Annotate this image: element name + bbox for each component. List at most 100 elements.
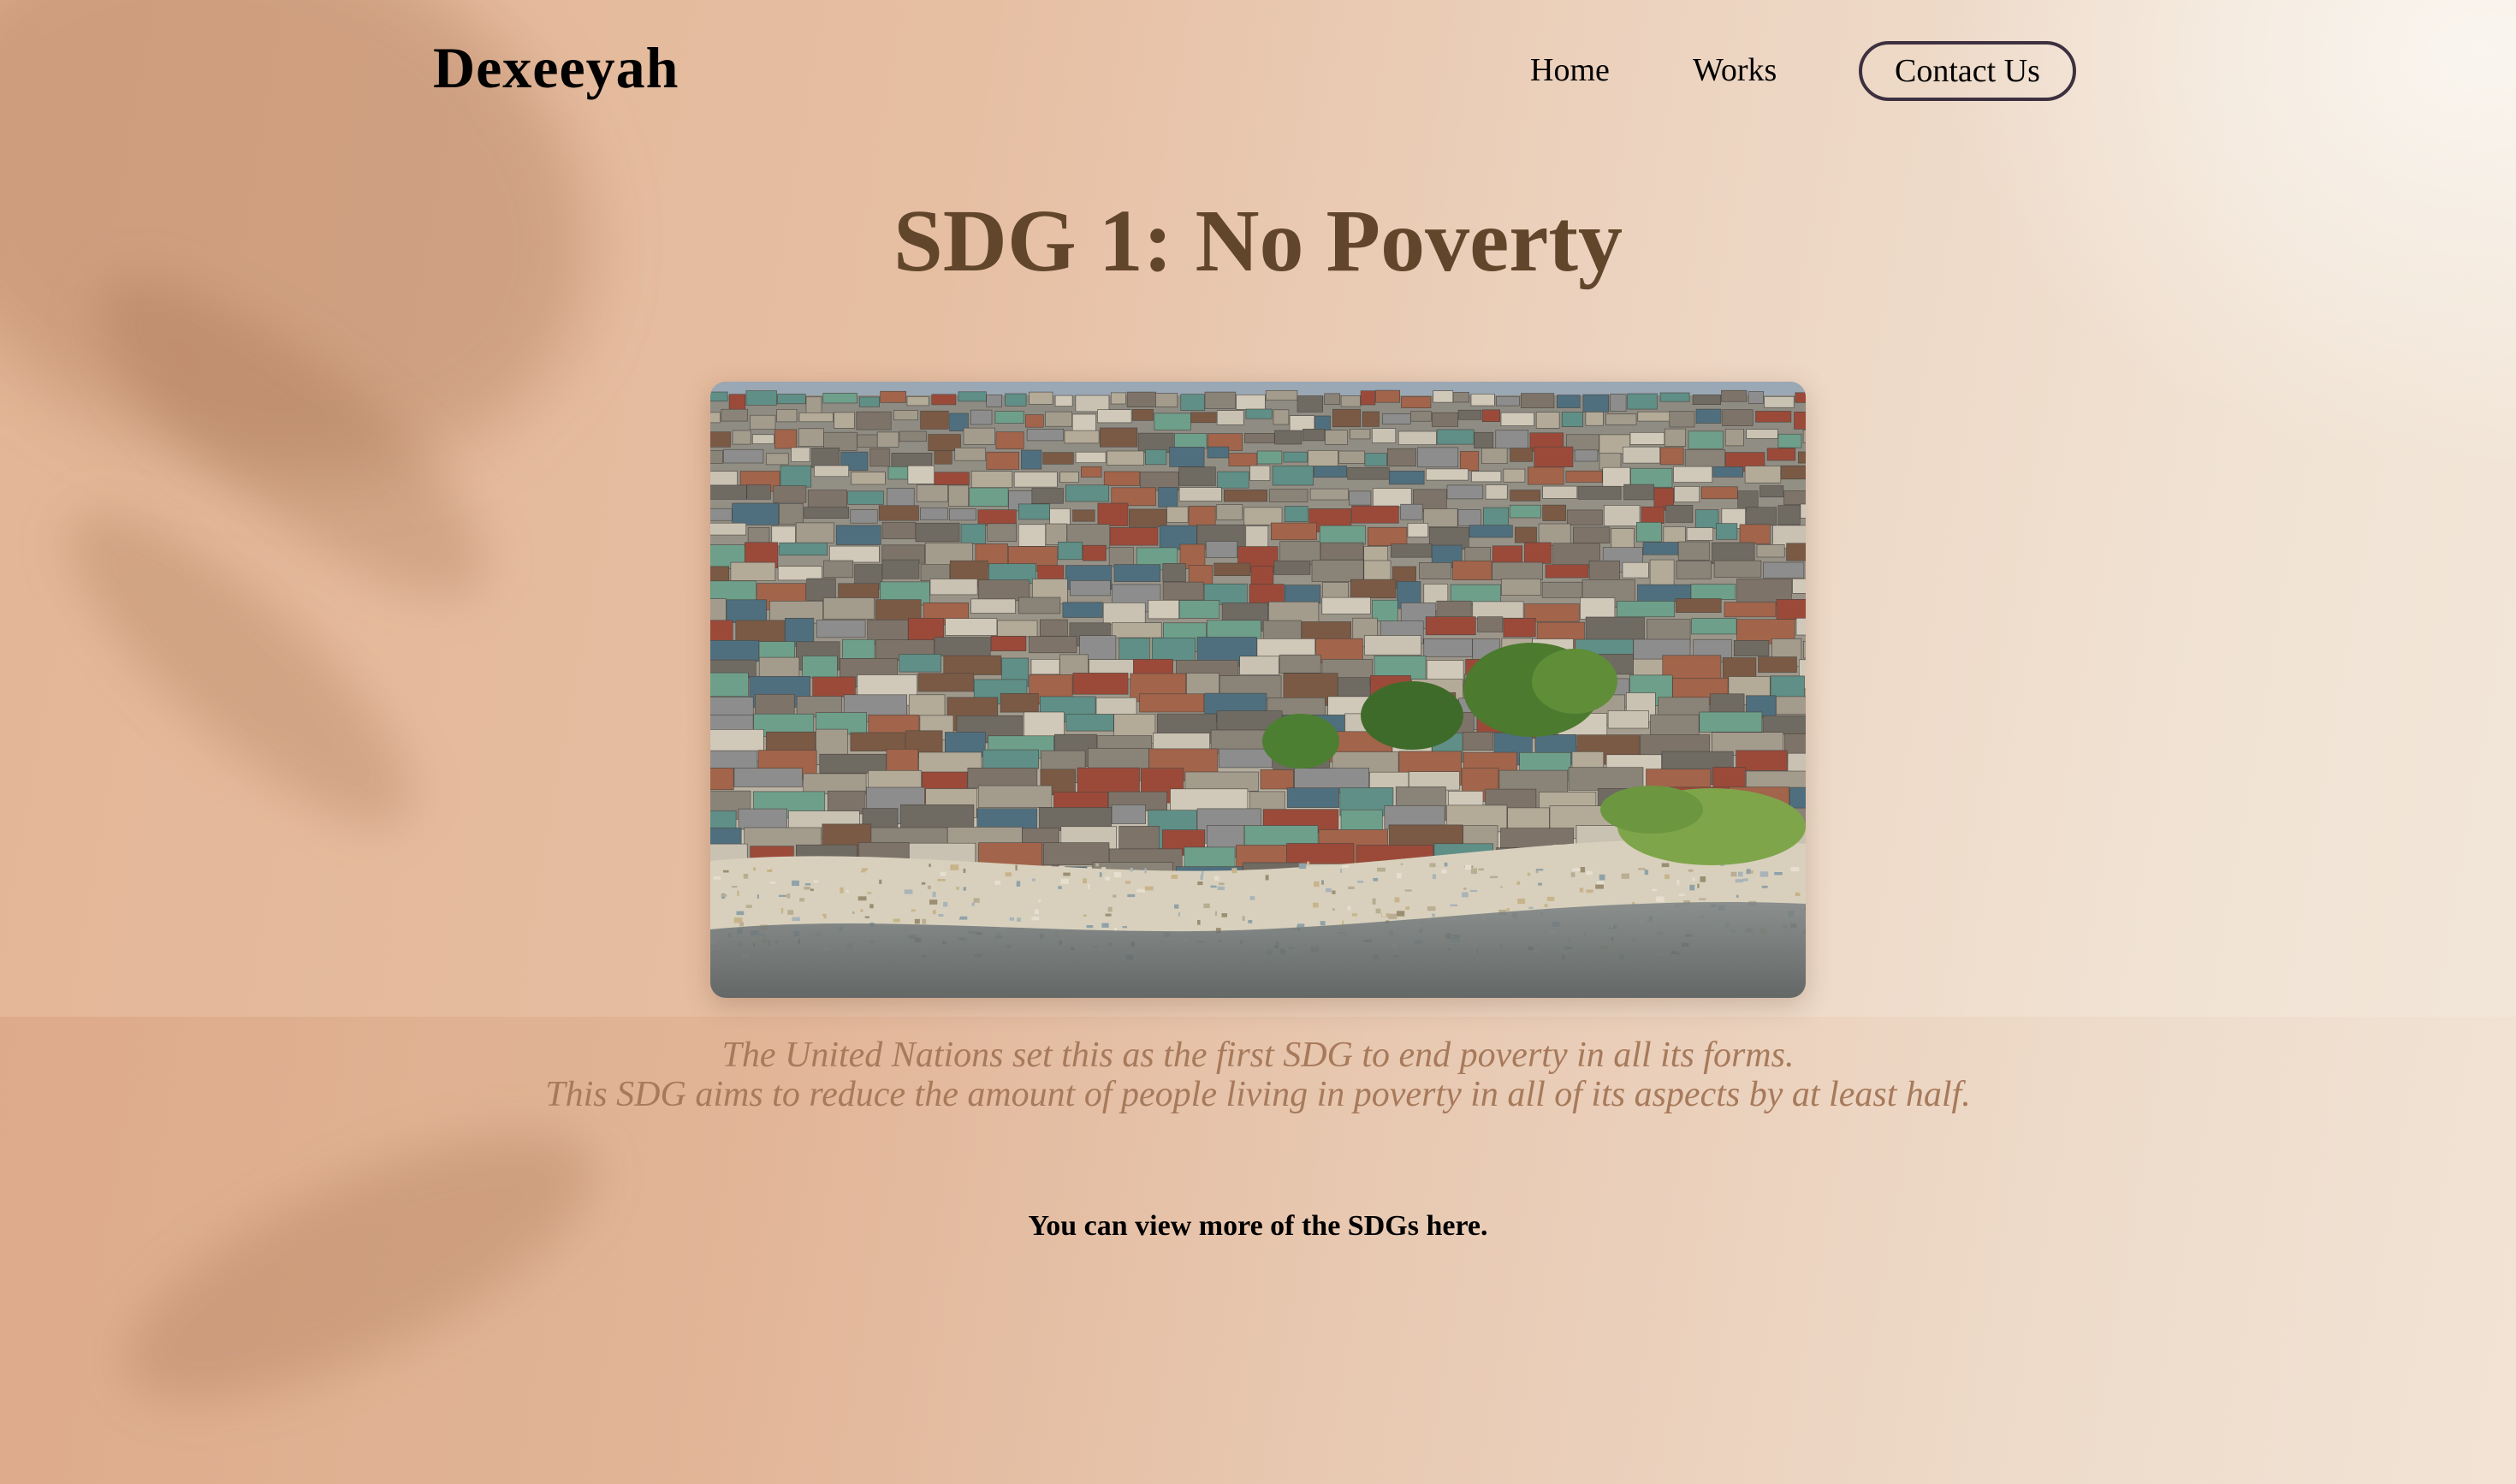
rooftop [805, 396, 822, 414]
rooftop [934, 450, 952, 465]
debris [1101, 867, 1107, 873]
rooftop [1659, 447, 1684, 466]
rooftop [858, 396, 880, 407]
rooftop [869, 448, 890, 467]
rooftop [732, 502, 780, 525]
debris [1774, 872, 1783, 876]
rooftop [816, 620, 866, 638]
debris [1388, 913, 1397, 919]
rooftop [1481, 448, 1508, 465]
debris [1759, 871, 1769, 877]
rooftop [1268, 601, 1320, 624]
rooftop [811, 448, 840, 468]
contact-us-button[interactable]: Contact Us [1859, 41, 2076, 101]
debris [1197, 920, 1201, 925]
rooftop [1188, 565, 1213, 585]
rooftop [1452, 392, 1469, 403]
rooftop [1688, 430, 1724, 449]
rooftop [1260, 769, 1294, 790]
debris [1009, 917, 1015, 921]
rooftop [1561, 412, 1583, 428]
rooftop [1363, 546, 1389, 561]
rooftop [1045, 411, 1073, 427]
debris [857, 896, 867, 901]
site-header: Dexeeyah Home Works Contact Us [0, 0, 2516, 145]
debris [1298, 863, 1307, 870]
debris [877, 921, 886, 924]
rooftop [1766, 448, 1796, 461]
debris [1471, 868, 1477, 875]
rooftop [1111, 622, 1162, 638]
rooftop [1289, 415, 1315, 431]
rooftop [1695, 509, 1719, 529]
debris [804, 887, 810, 890]
rooftop [710, 391, 728, 402]
rooftop [1566, 509, 1603, 525]
debris [1572, 868, 1581, 871]
rooftop [1407, 523, 1429, 537]
view-more-sdgs-link[interactable]: You can view more of the SDGs here. [0, 1210, 2516, 1243]
debris [1229, 892, 1235, 898]
debris [743, 874, 749, 879]
debris [1190, 881, 1198, 887]
rooftop [1538, 523, 1571, 546]
rooftop [995, 431, 1024, 449]
debris [1221, 913, 1227, 917]
rooftop [997, 620, 1038, 638]
rooftop [807, 490, 847, 510]
rooftop [1190, 412, 1217, 424]
debris [1478, 868, 1484, 871]
rooftop [1792, 578, 1806, 594]
rooftop [1340, 395, 1361, 407]
debris [1661, 863, 1670, 868]
rooftop [1080, 466, 1102, 478]
rooftop [1180, 394, 1205, 411]
debris [1038, 899, 1041, 902]
debris [929, 864, 931, 867]
rooftop [1776, 599, 1806, 620]
debris [929, 899, 938, 905]
debris [1113, 894, 1117, 898]
debris [813, 880, 819, 883]
debris [904, 889, 913, 894]
rooftop [710, 768, 734, 791]
debris [869, 904, 874, 909]
rooftop [1515, 526, 1537, 543]
rooftop [1425, 616, 1476, 636]
rooftop [970, 598, 1016, 614]
rooftop [1139, 693, 1205, 713]
site-logo[interactable]: Dexeeyah [433, 34, 679, 102]
debris [860, 870, 866, 873]
rooftop [1025, 414, 1044, 428]
debris [1689, 884, 1695, 891]
debris [1586, 870, 1593, 876]
rooftop [881, 521, 917, 539]
rooftop [774, 429, 798, 449]
rooftop [1803, 640, 1806, 659]
rooftop [1360, 390, 1376, 406]
rooftop [1748, 391, 1764, 404]
rooftop [1781, 465, 1806, 480]
rooftop [766, 453, 789, 466]
rooftop [1218, 748, 1273, 769]
rooftop [1401, 396, 1432, 408]
rooftop [1673, 466, 1713, 483]
debris [1795, 893, 1801, 896]
rooftop [1244, 432, 1275, 443]
debris [1400, 863, 1403, 865]
debris [1404, 889, 1412, 892]
rooftop [931, 394, 957, 406]
debris [786, 893, 791, 899]
debris [1596, 881, 1605, 885]
nav-home-link[interactable]: Home [1530, 51, 1610, 89]
rooftop [1481, 409, 1500, 422]
nav-works-link[interactable]: Works [1693, 51, 1777, 89]
rooftop [1762, 715, 1806, 735]
rooftop [1284, 585, 1321, 604]
rooftop [1469, 525, 1513, 538]
debris [1348, 886, 1355, 889]
rooftop [986, 395, 1002, 407]
debris [1397, 873, 1402, 879]
debris [1644, 870, 1649, 876]
rooftop [745, 390, 777, 406]
